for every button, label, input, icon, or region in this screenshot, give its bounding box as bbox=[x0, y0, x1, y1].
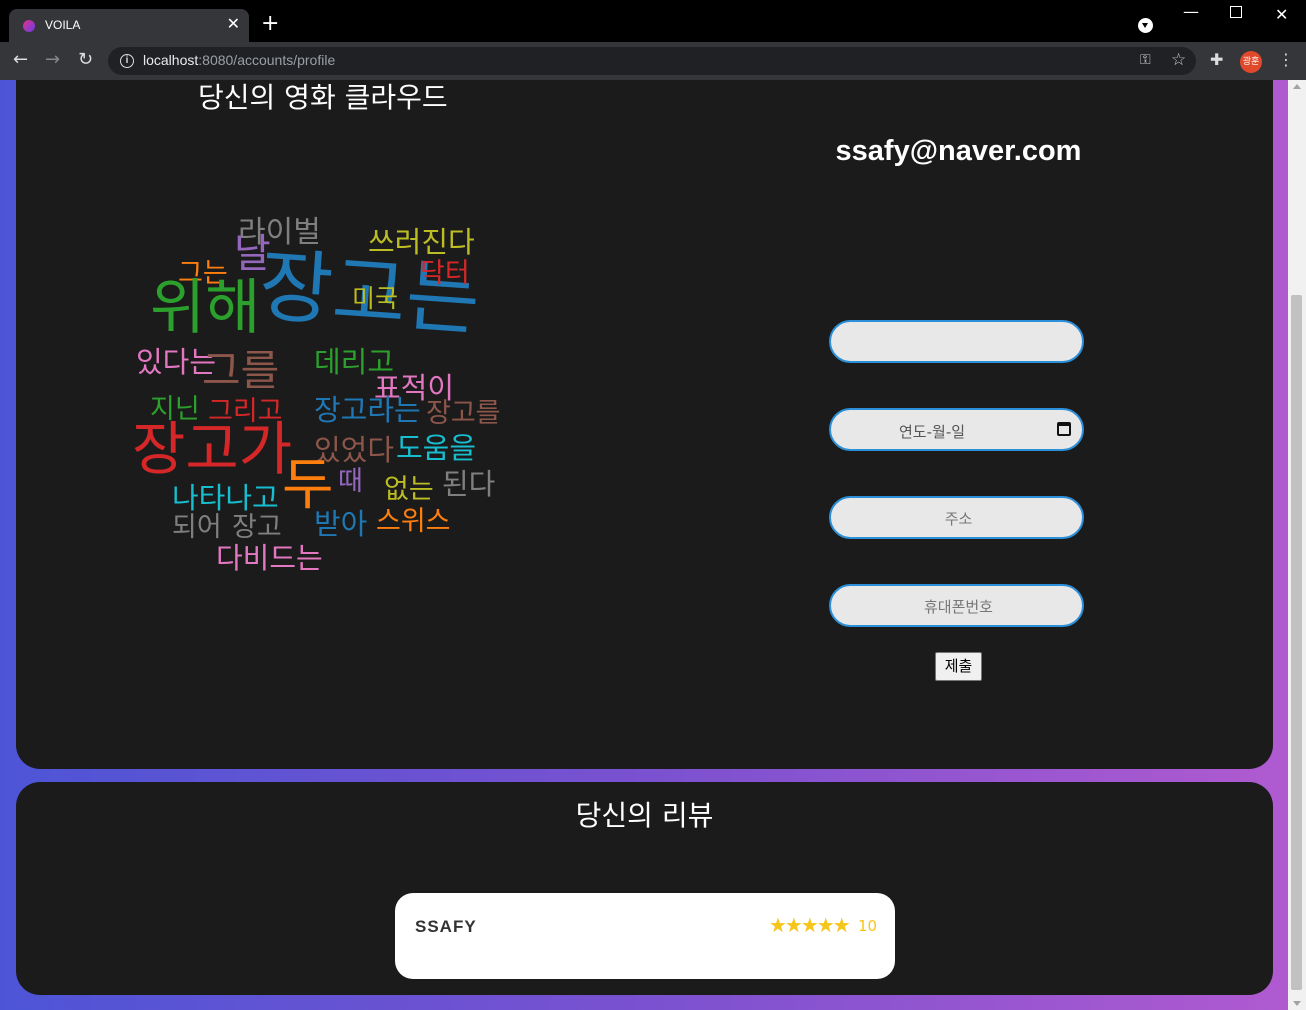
review-item[interactable]: SSAFY ★★★★★ 10 bbox=[395, 893, 895, 979]
profile-avatar[interactable]: 광훈 bbox=[1240, 51, 1262, 73]
cloud-word: 위해 bbox=[150, 273, 261, 343]
maximize-icon[interactable] bbox=[1230, 6, 1242, 18]
address-input[interactable] bbox=[831, 498, 1086, 539]
site-favicon-icon bbox=[23, 20, 35, 32]
close-window-icon[interactable]: ✕ bbox=[1275, 5, 1288, 24]
address-field[interactable] bbox=[829, 496, 1086, 539]
browser-tab-bar: VOILA ✕ + — ✕ bbox=[0, 0, 1306, 42]
cloud-word: 없는 bbox=[384, 474, 434, 505]
cloud-word: 두 bbox=[282, 453, 334, 518]
scroll-thumb[interactable] bbox=[1291, 295, 1302, 990]
cloud-word: 미국 bbox=[352, 284, 399, 313]
close-tab-icon[interactable]: ✕ bbox=[227, 15, 240, 33]
cloud-word: 받아 bbox=[314, 507, 368, 541]
tab-title: VOILA bbox=[45, 18, 81, 32]
cloud-word: 장고라는 bbox=[314, 393, 421, 427]
date-placeholder: 연도-월-일 bbox=[899, 423, 966, 441]
user-email: ssafy@naver.com bbox=[835, 135, 1082, 167]
forward-arrow-icon[interactable]: → bbox=[45, 50, 60, 70]
cloud-word: 나타나고 bbox=[172, 481, 279, 515]
rating-stars-icon: ★★★★★ bbox=[769, 913, 851, 937]
reviews-title: 당신의 리뷰 bbox=[575, 799, 714, 832]
cloud-word: 때 bbox=[338, 466, 363, 497]
name-field[interactable] bbox=[829, 320, 1086, 363]
phone-input[interactable] bbox=[831, 586, 1086, 627]
submit-button[interactable]: 제출 bbox=[935, 652, 982, 681]
new-tab-icon[interactable]: + bbox=[261, 13, 279, 35]
password-key-icon[interactable]: ⚿ bbox=[1140, 52, 1151, 68]
extensions-puzzle-icon[interactable]: ✚ bbox=[1210, 50, 1223, 69]
scroll-down-icon[interactable] bbox=[1293, 1001, 1301, 1006]
page-scrollbar[interactable] bbox=[1288, 80, 1306, 1010]
profile-card: 당신의 영화 클라우드 라이벌 쓰러진다 날 그는 장고는 닥터 위해 미국 있… bbox=[16, 80, 1273, 769]
phone-field[interactable] bbox=[829, 584, 1086, 627]
url-text[interactable]: localhost:8080/accounts/profile bbox=[143, 52, 335, 68]
browser-tab[interactable]: VOILA ✕ bbox=[9, 9, 249, 42]
scroll-up-icon[interactable] bbox=[1293, 84, 1301, 89]
minimize-icon[interactable]: — bbox=[1183, 2, 1199, 21]
cloud-word: 스위스 bbox=[376, 506, 451, 537]
word-cloud: 라이벌 쓰러진다 날 그는 장고는 닥터 위해 미국 있다는 그를 데리고 표적… bbox=[16, 80, 616, 640]
cloud-word: 된다 bbox=[442, 467, 496, 501]
name-input[interactable] bbox=[831, 322, 1086, 363]
review-author: SSAFY bbox=[415, 917, 477, 936]
page-viewport: 당신의 영화 클라우드 라이벌 쓰러진다 날 그는 장고는 닥터 위해 미국 있… bbox=[0, 80, 1288, 1010]
reload-icon[interactable]: ↻ bbox=[78, 50, 93, 70]
review-score: 10 bbox=[858, 917, 878, 935]
address-bar[interactable]: i localhost:8080/accounts/profile ⚿ ☆ bbox=[108, 47, 1196, 75]
calendar-icon[interactable] bbox=[1057, 422, 1071, 436]
cloud-word: 도움을 bbox=[396, 431, 477, 465]
cloud-word: 그를 bbox=[202, 346, 280, 395]
back-arrow-icon[interactable]: ← bbox=[13, 50, 28, 70]
browser-menu-icon[interactable]: ⋮ bbox=[1278, 50, 1294, 70]
birthdate-field[interactable]: 연도-월-일 bbox=[829, 408, 1084, 451]
reviews-card: 당신의 리뷰 SSAFY ★★★★★ 10 bbox=[16, 782, 1273, 995]
cloud-word: 장고가 bbox=[132, 415, 293, 483]
bookmark-star-icon[interactable]: ☆ bbox=[1171, 50, 1186, 70]
browser-toolbar: ← → ↻ i localhost:8080/accounts/profile … bbox=[0, 42, 1306, 80]
cloud-word: 장고를 bbox=[426, 398, 501, 429]
cloud-word: 되어 bbox=[172, 512, 222, 543]
cloud-word: 닥터 bbox=[420, 258, 470, 289]
tab-search-icon[interactable] bbox=[1138, 18, 1153, 33]
cloud-word: 장고 bbox=[232, 512, 282, 543]
url-path: :8080/accounts/profile bbox=[198, 52, 336, 68]
url-host: localhost bbox=[143, 52, 199, 68]
site-info-icon[interactable]: i bbox=[120, 54, 134, 68]
cloud-word: 다비드는 bbox=[216, 541, 323, 575]
